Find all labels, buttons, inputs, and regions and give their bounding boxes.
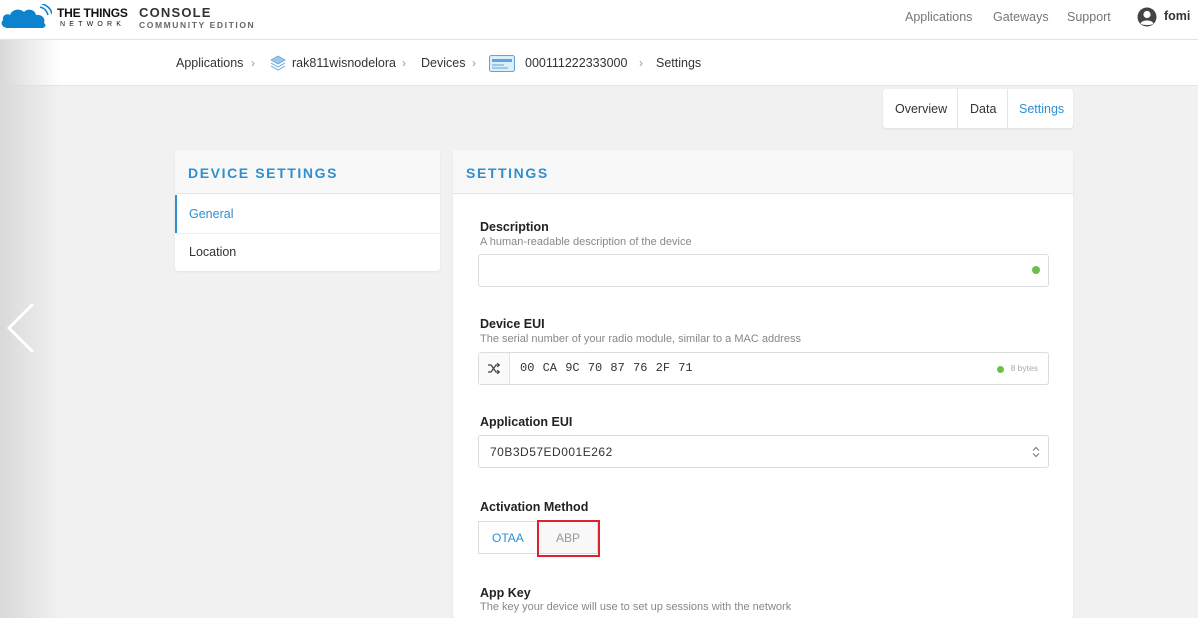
sidebar-item-general[interactable]: General [175, 195, 440, 233]
select-arrows-icon [1032, 446, 1040, 458]
app-key-label: App Key [480, 586, 531, 600]
otaa-label: OTAA [492, 531, 524, 545]
tab-data[interactable]: Data [970, 102, 996, 116]
sidebar-item-location[interactable]: Location [175, 233, 440, 271]
brand-line1: THE THINGS [57, 6, 128, 20]
device-eui-value: 00 CA 9C 70 87 76 2F 71 [520, 361, 693, 375]
breadcrumb-devices[interactable]: Devices [421, 56, 465, 70]
application-eui-label: Application EUI [480, 415, 573, 429]
breadcrumb-application[interactable]: rak811wisnodelora [292, 56, 396, 70]
valid-indicator-icon [997, 366, 1004, 373]
breadcrumb-device[interactable]: 000111222333000 [525, 56, 627, 70]
sidebar-item-label: General [189, 207, 234, 221]
activation-otaa-button[interactable]: OTAA [478, 521, 538, 554]
description-label: Description [480, 220, 549, 234]
console-line2: COMMUNITY EDITION [139, 20, 256, 30]
tab-settings[interactable]: Settings [1019, 102, 1064, 116]
application-eui-value: 70B3D57ED001E262 [490, 445, 613, 459]
top-navbar: THE THINGS NETWORK CONSOLE COMMUNITY EDI… [0, 0, 1198, 40]
highlight-box [537, 520, 600, 557]
breadcrumb-separator: › [639, 56, 643, 70]
brand-line2: NETWORK [60, 21, 126, 28]
device-tabs: Overview Data Settings [883, 89, 1073, 128]
breadcrumb-separator: › [472, 56, 476, 70]
shuffle-icon [488, 363, 500, 374]
device-icon [489, 55, 515, 72]
activation-method-label: Activation Method [480, 500, 589, 514]
user-avatar-icon[interactable] [1137, 7, 1157, 27]
nav-applications[interactable]: Applications [905, 10, 972, 24]
username[interactable]: fomi [1164, 9, 1190, 23]
valid-indicator-icon [1032, 266, 1040, 274]
nav-gateways[interactable]: Gateways [993, 10, 1049, 24]
description-input[interactable] [478, 254, 1049, 287]
application-eui-select[interactable]: 70B3D57ED001E262 [478, 435, 1049, 468]
breadcrumb-applications[interactable]: Applications [176, 56, 243, 70]
device-eui-help: The serial number of your radio module, … [480, 333, 801, 345]
nav-support[interactable]: Support [1067, 10, 1111, 24]
description-help: A human-readable description of the devi… [480, 236, 692, 248]
panel-header: DEVICE SETTINGS [175, 150, 440, 194]
device-eui-input[interactable]: 00 CA 9C 70 87 76 2F 71 8 bytes [478, 352, 1049, 385]
tab-divider [1007, 89, 1008, 128]
byte-count: 8 bytes [1010, 363, 1038, 373]
brand-wordmark[interactable]: THE THINGS NETWORK [57, 7, 128, 28]
sidebar-title: DEVICE SETTINGS [188, 165, 339, 181]
device-eui-label: Device EUI [480, 317, 545, 331]
sidebar-item-label: Location [189, 245, 237, 259]
cloud-logo-icon[interactable] [0, 4, 52, 30]
breadcrumb-separator: › [251, 56, 255, 70]
app-key-help: The key your device will use to set up s… [480, 601, 792, 613]
breadcrumb: Applications › rak811wisnodelora › Devic… [0, 40, 1198, 86]
console-title: CONSOLE COMMUNITY EDITION [139, 6, 255, 30]
breadcrumb-separator: › [402, 56, 406, 70]
panel-header: SETTINGS [453, 150, 1073, 194]
device-settings-menu: DEVICE SETTINGS General Location [175, 150, 440, 271]
randomize-button[interactable] [479, 353, 510, 384]
settings-title: SETTINGS [466, 165, 549, 181]
breadcrumb-settings: Settings [656, 56, 702, 70]
back-arrow-icon[interactable] [6, 302, 36, 354]
console-line1: CONSOLE [139, 5, 212, 20]
tab-overview[interactable]: Overview [895, 102, 947, 116]
layers-icon [270, 55, 286, 71]
tab-divider [957, 89, 958, 128]
